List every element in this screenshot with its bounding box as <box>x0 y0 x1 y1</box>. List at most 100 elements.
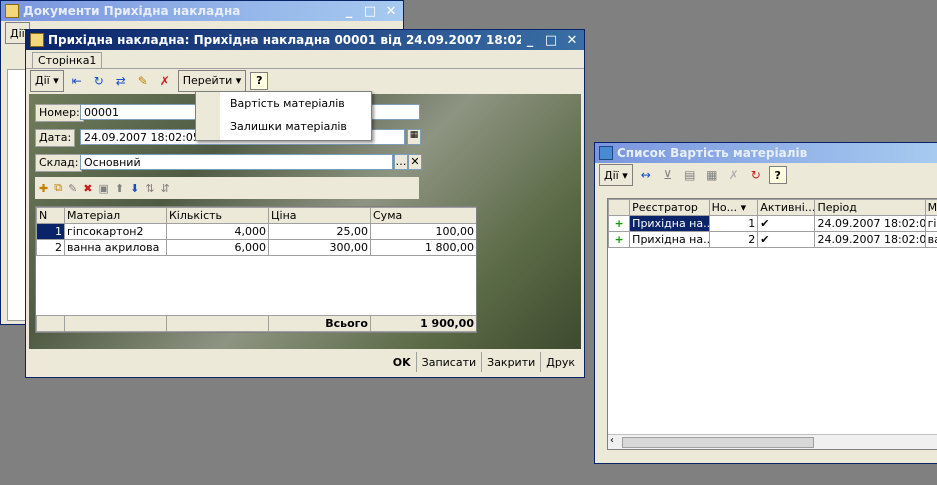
menu-item-cost[interactable]: Вартість матеріалів <box>230 97 345 110</box>
invoice-titlebar[interactable]: Прихідна накладна: Прихідна накладна 000… <box>26 30 584 50</box>
maximize-icon[interactable]: □ <box>361 3 379 19</box>
cell-material[interactable]: гіпсокартон2 <box>64 223 167 240</box>
documents-titlebar[interactable]: Документи Прихідна накладна _ □ ✕ <box>1 1 403 21</box>
cell-period[interactable]: 24.09.2007 18:02:05 <box>814 231 926 248</box>
cell-quantity[interactable]: 6,000 <box>166 239 269 256</box>
copy-row-icon[interactable]: ⧉ <box>54 181 62 195</box>
calendar-icon[interactable]: ▦ <box>407 129 421 145</box>
filter-history-icon[interactable]: ▦ <box>703 166 721 184</box>
cell-sum[interactable]: 1 800,00 <box>370 239 476 256</box>
col-material[interactable]: Матеріал <box>64 207 167 224</box>
sort-asc-icon[interactable]: ⇅ <box>145 182 154 195</box>
col-sum[interactable]: Сума <box>370 207 476 224</box>
cell-material[interactable]: ванна <box>924 231 937 248</box>
interval-icon[interactable]: ↔ <box>637 166 655 184</box>
folder-icon <box>5 4 19 18</box>
warehouse-field[interactable]: Основний <box>80 154 393 170</box>
clear-button[interactable]: ✕ <box>408 154 422 170</box>
refresh-icon[interactable]: ↻ <box>90 72 108 90</box>
menu-item-balance[interactable]: Залишки матеріалів <box>230 120 347 133</box>
list-window[interactable]: Список Вартість матеріалів Дії ▾ ↔ ⊻ ▤ ▦… <box>594 142 937 464</box>
cell-material[interactable]: гіпсок <box>924 215 937 232</box>
cell-registrar[interactable]: Прихідна на... <box>629 231 710 248</box>
cell-active[interactable]: ✔ <box>757 215 816 232</box>
move-down-icon[interactable]: ⬇ <box>130 182 139 195</box>
tab-bar: Сторінка1 <box>26 50 584 68</box>
ok-button[interactable]: OK <box>388 352 416 372</box>
invoice-toolbar: Дії ▾ ⇤ ↻ ⇄ ✎ ✗ Перейти ▾ ? <box>26 68 584 92</box>
post-document-icon[interactable]: ✎ <box>134 72 152 90</box>
list-title: Список Вартість матеріалів <box>617 146 808 160</box>
income-icon: + <box>608 215 631 232</box>
save-button[interactable]: Записати <box>415 352 481 372</box>
scroll-thumb[interactable] <box>622 437 814 448</box>
help-button[interactable]: ? <box>768 166 787 184</box>
unpost-document-icon[interactable]: ✗ <box>156 72 174 90</box>
total-label: Всього <box>268 315 371 332</box>
cell-period[interactable]: 24.09.2007 18:02:05 <box>814 215 926 232</box>
print-button[interactable]: Друк <box>540 352 580 372</box>
sort-desc-icon[interactable]: ⇵ <box>161 182 170 195</box>
col-n[interactable]: N <box>36 207 65 224</box>
items-table-container[interactable]: N Матеріал Кількість Ціна Сума 1 гіпсока… <box>35 206 477 333</box>
cell-sum[interactable]: 100,00 <box>370 223 476 240</box>
table-toolbar: ✚ ⧉ ✎ ✖ ▣ ⬆ ⬇ ⇅ ⇵ <box>35 177 419 199</box>
menu-gutter <box>196 92 220 140</box>
list-titlebar[interactable]: Список Вартість матеріалів <box>595 143 937 163</box>
invoice-window[interactable]: Прихідна накладна: Прихідна накладна 000… <box>25 29 585 378</box>
cell-number[interactable]: 1 <box>708 215 759 232</box>
col-period[interactable]: Період <box>814 199 926 216</box>
minimize-icon[interactable]: _ <box>340 3 358 19</box>
arrow-left-icon[interactable]: ⇤ <box>68 72 86 90</box>
end-edit-icon[interactable]: ▣ <box>99 182 109 195</box>
cell-n[interactable]: 2 <box>36 239 65 256</box>
cell-active[interactable]: ✔ <box>757 231 816 248</box>
number-label: Номер: <box>35 104 84 122</box>
cell-registrar[interactable]: Прихідна на... <box>629 215 710 232</box>
col-registrar[interactable]: Реєстратор <box>629 199 710 216</box>
cell-n[interactable]: 1 <box>36 223 65 240</box>
col-material[interactable]: Матер <box>924 199 937 216</box>
cell-quantity[interactable]: 4,000 <box>166 223 269 240</box>
minimize-icon[interactable]: _ <box>521 32 539 48</box>
list-toolbar: Дії ▾ ↔ ⊻ ▤ ▦ ✗ ↻ ? <box>595 163 937 187</box>
documents-title: Документи Прихідна накладна <box>23 4 241 18</box>
cell-price[interactable]: 300,00 <box>268 239 371 256</box>
table-row[interactable]: + Прихідна на... 2 ✔ 24.09.2007 18:02:05… <box>608 231 937 248</box>
help-button[interactable]: ? <box>250 71 269 90</box>
cell-price[interactable]: 25,00 <box>268 223 371 240</box>
move-up-icon[interactable]: ⬆ <box>115 182 124 195</box>
clear-filter-icon[interactable]: ✗ <box>725 166 743 184</box>
close-icon[interactable]: ✕ <box>563 32 581 48</box>
table-row[interactable]: 1 гіпсокартон2 4,000 25,00 100,00 <box>36 223 476 240</box>
col-number[interactable]: Но... ▾ <box>708 199 759 216</box>
delete-row-icon[interactable]: ✖ <box>83 182 92 195</box>
bottom-bar: OK Записати Закрити Друк <box>388 351 580 373</box>
list-table: Реєстратор Но... ▾ Активні... Період Мат… <box>608 199 937 248</box>
filter-value-icon[interactable]: ▤ <box>681 166 699 184</box>
actions-menu[interactable]: Дії ▾ <box>30 69 64 92</box>
scroll-left-icon[interactable]: ‹ <box>610 435 614 446</box>
filter-icon[interactable]: ⊻ <box>659 166 677 184</box>
table-header: N Матеріал Кількість Ціна Сума <box>36 207 476 224</box>
col-price[interactable]: Ціна <box>268 207 371 224</box>
col-quantity[interactable]: Кількість <box>166 207 269 224</box>
col-active[interactable]: Активні... <box>757 199 816 216</box>
add-row-icon[interactable]: ✚ <box>39 182 48 195</box>
edit-row-icon[interactable]: ✎ <box>68 182 77 195</box>
horizontal-scrollbar[interactable]: ‹ <box>608 434 937 449</box>
select-button[interactable]: … <box>394 154 408 170</box>
actions-menu[interactable]: Дії ▾ <box>599 164 633 186</box>
cell-number[interactable]: 2 <box>708 231 759 248</box>
list-table-container[interactable]: Реєстратор Но... ▾ Активні... Період Мат… <box>607 198 937 450</box>
cell-material[interactable]: ванна акрилова <box>64 239 167 256</box>
table-row[interactable]: + Прихідна на... 1 ✔ 24.09.2007 18:02:05… <box>608 215 937 232</box>
tab-page1[interactable]: Сторінка1 <box>32 52 103 68</box>
close-icon[interactable]: ✕ <box>382 3 400 19</box>
maximize-icon[interactable]: □ <box>542 32 560 48</box>
close-button[interactable]: Закрити <box>481 352 540 372</box>
table-row[interactable]: 2 ванна акрилова 6,000 300,00 1 800,00 <box>36 239 476 256</box>
refresh-icon[interactable]: ↻ <box>747 166 765 184</box>
transfer-icon[interactable]: ⇄ <box>112 72 130 90</box>
goto-menu-button[interactable]: Перейти ▾ <box>177 69 247 92</box>
